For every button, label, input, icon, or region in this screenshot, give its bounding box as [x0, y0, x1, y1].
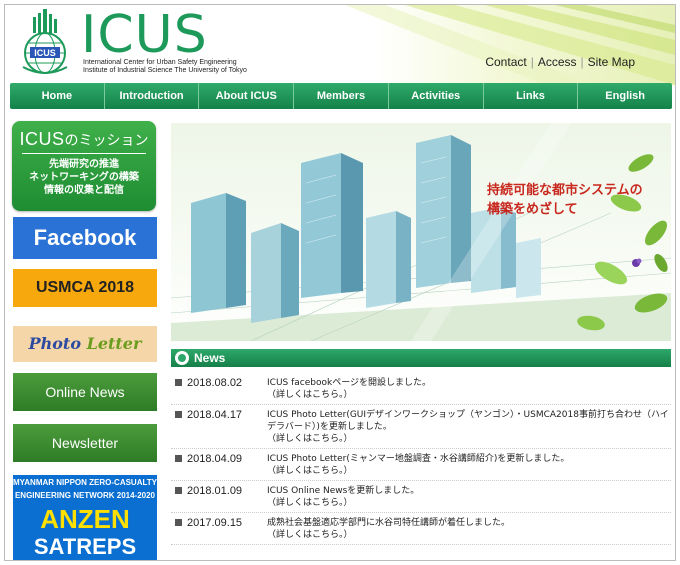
facebook-banner[interactable]: Facebook [13, 217, 157, 259]
online-news-banner[interactable]: Online News [13, 373, 157, 411]
nav-links[interactable]: Links [484, 83, 579, 109]
photo-letter-banner[interactable]: Photo Letter [13, 326, 157, 362]
news-item: 2017.09.15 成熟社会基盤適応学部門に水谷司特任講師が着任しました。 （… [171, 513, 671, 545]
anzen-satreps-banner[interactable]: MYANMAR NIPPON ZERO-CASUALTY ENGINEERING… [13, 475, 158, 560]
bullet-icon [175, 519, 182, 526]
nav-english[interactable]: English [578, 83, 672, 109]
bullet-icon [175, 455, 182, 462]
news-item: 2018.01.09 ICUS Online Newsを更新しました。 （詳しく… [171, 481, 671, 513]
page-frame: ICUS ICUS International Center for Urban… [4, 4, 676, 561]
logo-badge-text: ICUS [34, 48, 56, 58]
separator: | [530, 55, 534, 69]
mission-divider [22, 153, 146, 154]
newsletter-banner[interactable]: Newsletter [13, 424, 157, 462]
news-item: 2018.04.09 ICUS Photo Letter(ミャンマー地盤調査・水… [171, 449, 671, 481]
usmca-banner[interactable]: USMCA 2018 [13, 269, 157, 307]
news-item: 2018.08.02 ICUS facebookページを開設しました。 （詳しく… [171, 373, 671, 405]
org-name-line2: Institute of Industrial Science The Univ… [83, 67, 247, 74]
mission-item: ネットワーキングの構築 [29, 172, 139, 183]
news-title: News [194, 351, 226, 365]
top-links: Contact | Access | Site Map [485, 55, 635, 69]
mission-title: ICUSのミッション [12, 129, 156, 150]
news-more-link[interactable]: （詳しくはこちら。） [267, 389, 671, 401]
org-name: International Center for Urban Safety En… [83, 59, 247, 75]
photo-letter-word1: Photo [28, 334, 81, 353]
hero-tagline: 持続可能な都市システムの 構築をめざして [487, 181, 643, 219]
nav-introduction[interactable]: Introduction [105, 83, 200, 109]
hero-tagline-line1: 持続可能な都市システムの [487, 183, 643, 198]
news-date: 2018.04.17 [187, 409, 243, 421]
mission-title-suffix: のミッション [64, 132, 149, 148]
city-skyline-illustration [171, 123, 671, 341]
news-text: ICUS facebookページを開設しました。 [267, 378, 432, 388]
news-date: 2018.01.09 [187, 485, 243, 497]
site-header: ICUS ICUS International Center for Urban… [5, 5, 675, 85]
news-text: ICUS Online Newsを更新しました。 [267, 486, 420, 496]
news-more-link[interactable]: （詳しくはこちら。） [267, 529, 671, 541]
contact-link[interactable]: Contact [485, 55, 526, 69]
news-item: 2018.04.17 ICUS Photo Letter(GUIデザインワークシ… [171, 405, 671, 449]
news-text: ICUS Photo Letter(ミャンマー地盤調査・水谷講師紹介)を更新しま… [267, 454, 570, 464]
hero-tagline-line2: 構築をめざして [487, 202, 578, 217]
news-text: 成熟社会基盤適応学部門に水谷司特任講師が着任しました。 [267, 518, 511, 528]
news-date: 2017.09.15 [187, 517, 243, 529]
sitemap-link[interactable]: Site Map [588, 55, 635, 69]
anzen-subtitle: SATREPS [33, 534, 137, 559]
news-more-link[interactable]: （詳しくはこちら。） [267, 497, 671, 509]
news-header: News [171, 349, 671, 367]
site-logo-text[interactable]: ICUS [81, 5, 208, 65]
header-stripes-decoration [345, 5, 675, 85]
anzen-caption-line2: ENGINEERING NETWORK 2014-2020 [14, 491, 156, 500]
news-list: 2018.08.02 ICUS facebookページを開設しました。 （詳しく… [171, 373, 671, 545]
nav-home[interactable]: Home [10, 83, 105, 109]
news-text: ICUS Photo Letter(GUIデザインワークショップ（ヤンゴン）・U… [267, 410, 669, 432]
mission-title-main: ICUS [19, 129, 65, 149]
mission-item: 情報の収集と配信 [44, 185, 124, 196]
news-icon [175, 351, 189, 365]
bullet-icon [175, 379, 182, 386]
nav-members[interactable]: Members [294, 83, 389, 109]
anzen-title: ANZEN [40, 504, 130, 534]
hero-image: 持続可能な都市システムの 構築をめざして [171, 123, 671, 341]
bullet-icon [175, 487, 182, 494]
news-more-link[interactable]: （詳しくはこちら。） [267, 465, 671, 477]
mission-item: 先端研究の推進 [49, 159, 119, 170]
access-link[interactable]: Access [538, 55, 577, 69]
mission-banner[interactable]: ICUSのミッション 先端研究の推進 ネットワーキングの構築 情報の収集と配信 [12, 121, 156, 211]
news-date: 2018.04.09 [187, 453, 243, 465]
separator: | [580, 55, 584, 69]
nav-activities[interactable]: Activities [389, 83, 484, 109]
main-nav: Home Introduction About ICUS Members Act… [10, 83, 672, 109]
news-date: 2018.08.02 [187, 377, 243, 389]
photo-letter-word2: Letter [86, 334, 142, 353]
news-more-link[interactable]: （詳しくはこちら。） [267, 433, 671, 445]
nav-about-icus[interactable]: About ICUS [199, 83, 295, 109]
anzen-caption-line1: MYANMAR NIPPON ZERO-CASUALTY [13, 478, 158, 487]
bullet-icon [175, 411, 182, 418]
globe-logo-icon: ICUS [22, 9, 68, 74]
org-name-line1: International Center for Urban Safety En… [83, 59, 237, 66]
